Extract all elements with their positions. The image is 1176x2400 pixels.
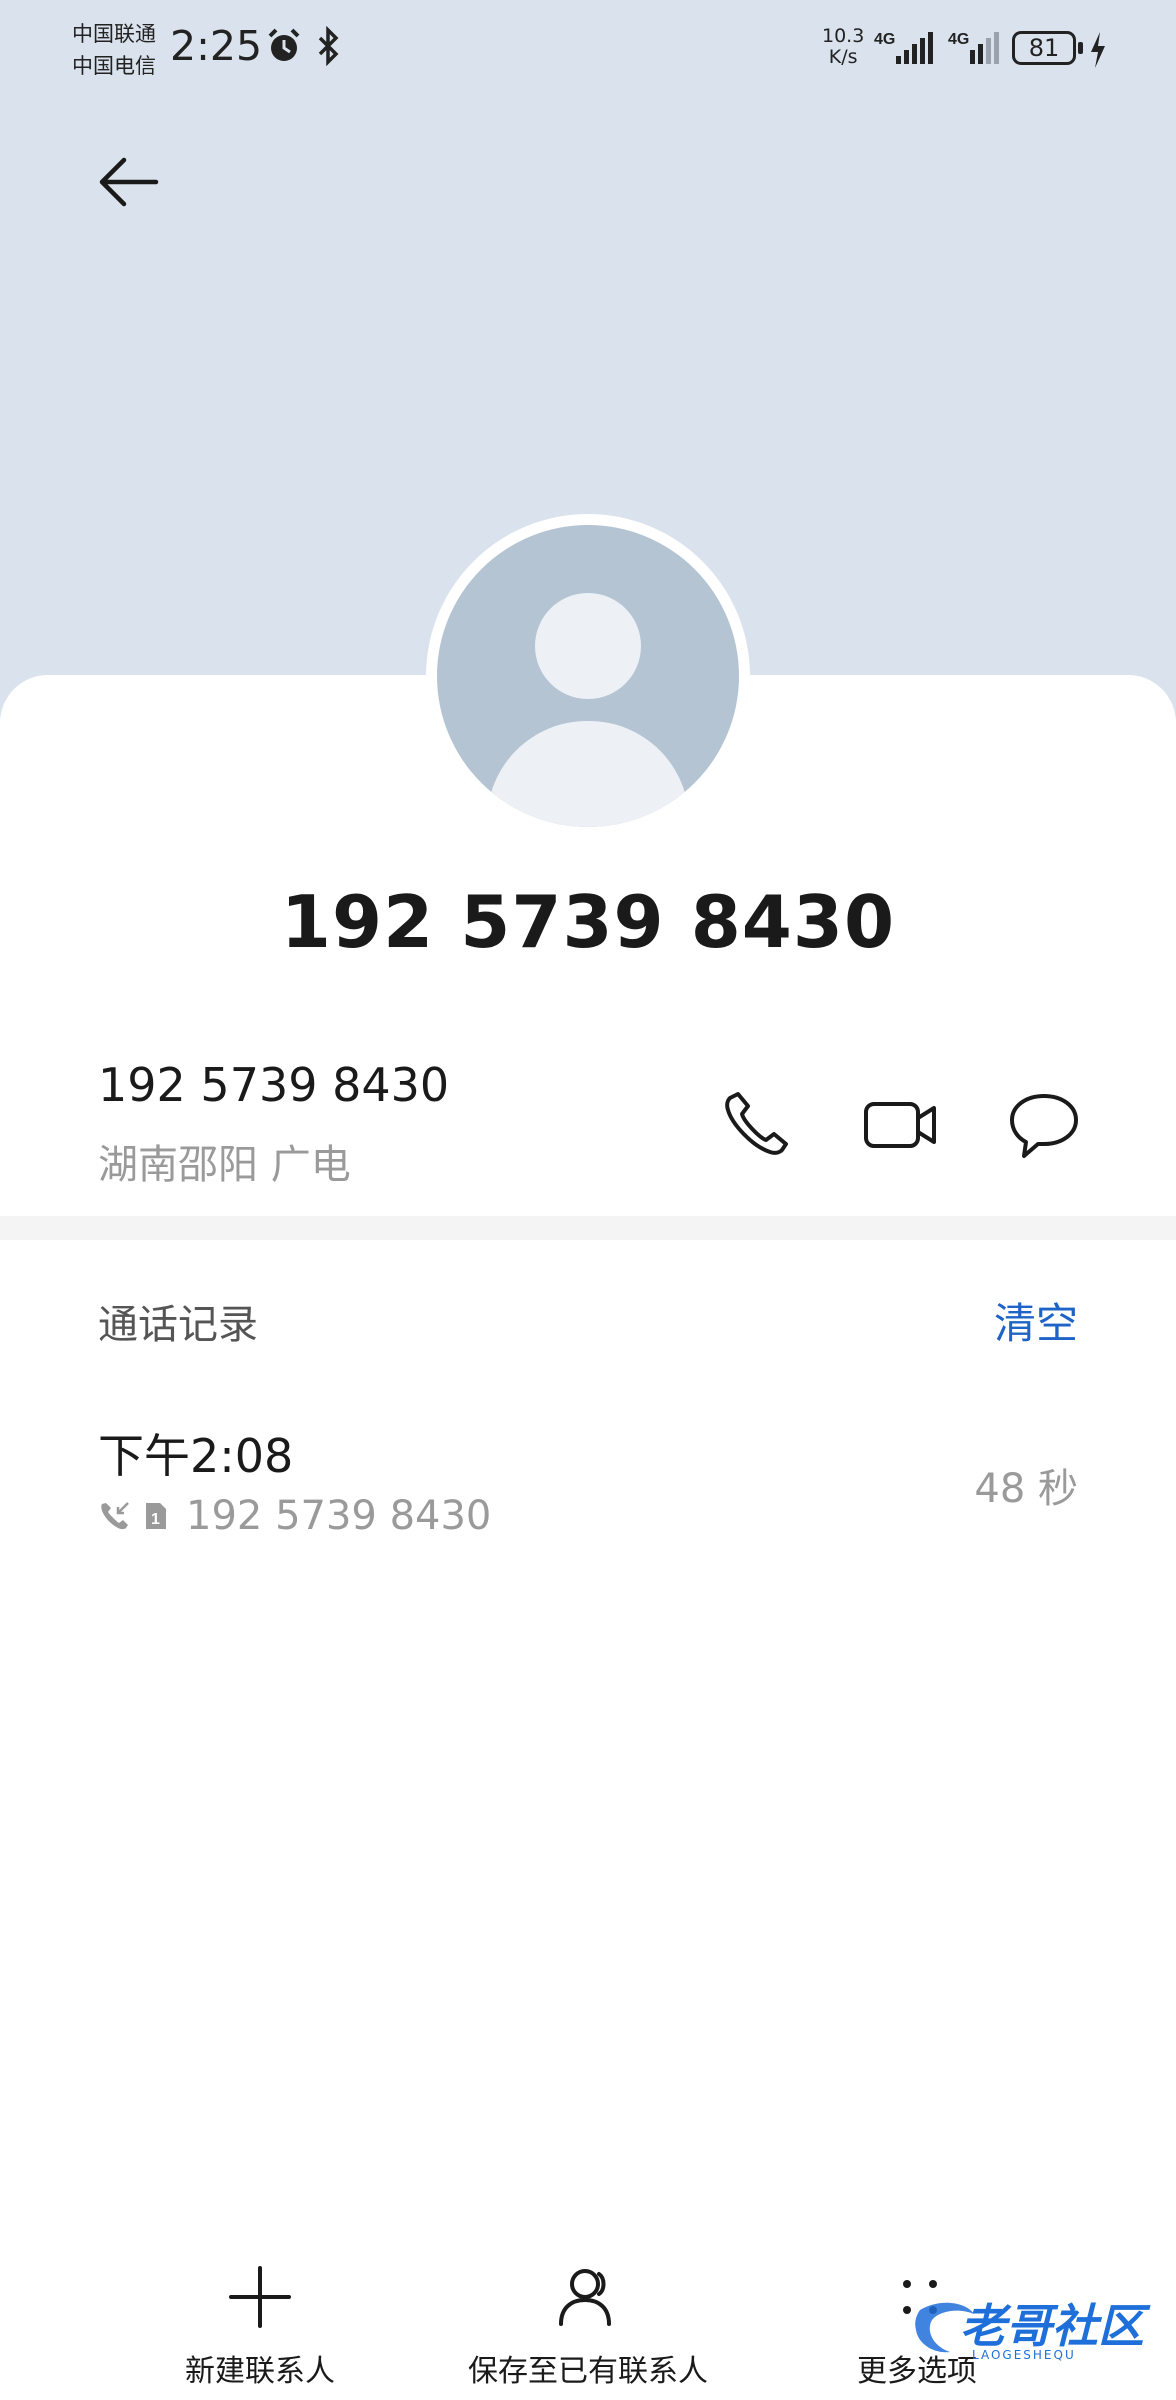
call-duration: 48 秒 — [974, 1466, 1078, 1512]
call-details: 1 192 5739 8430 — [98, 1492, 491, 1540]
speed-unit: K/s — [828, 46, 858, 68]
charging-icon — [1091, 32, 1105, 68]
call-log-item[interactable]: 下午2:08 1 192 5739 8430 48 秒 — [0, 1400, 1176, 1560]
save-to-existing-label: 保存至已有联系人 — [468, 2354, 708, 2389]
clear-button[interactable]: 清空 — [994, 1290, 1078, 1351]
video-call-icon[interactable] — [860, 1084, 940, 1164]
avatar-body — [487, 721, 689, 827]
plus-icon — [229, 2266, 291, 2328]
signal-1-icon: 4G — [874, 31, 933, 64]
watermark-subtext: LAOGESHEQU — [972, 2348, 1076, 2362]
carrier-1: 中国联通 — [72, 22, 156, 46]
sim-number: 1 — [151, 1511, 160, 1528]
carrier-info: 中国联通 中国电信 — [72, 18, 156, 82]
network-speed: 10.3 K/s — [822, 26, 864, 68]
battery-indicator: 81 — [1012, 31, 1076, 65]
status-time: 2:25 — [170, 22, 263, 70]
carrier-2: 中国电信 — [72, 54, 156, 78]
alarm-icon — [268, 28, 300, 61]
new-contact-label: 新建联系人 — [185, 2354, 335, 2389]
speed-value: 10.3 — [822, 25, 865, 47]
bluetooth-icon — [318, 26, 339, 66]
person-icon — [559, 2269, 611, 2326]
net-1-label: 4G — [874, 31, 895, 48]
number-location: 湖南邵阳 广电 — [98, 1142, 351, 1188]
message-icon[interactable] — [1004, 1084, 1084, 1164]
call-number: 192 5739 8430 — [186, 1493, 492, 1539]
phone-number: 192 5739 8430 — [98, 1058, 450, 1112]
avatar-head — [535, 593, 641, 699]
phone-call-icon[interactable] — [716, 1084, 796, 1164]
new-contact-button[interactable]: 新建联系人 — [160, 2250, 360, 2400]
contact-title: 192 5739 8430 — [280, 880, 896, 964]
save-to-existing-button[interactable]: 保存至已有联系人 — [460, 2250, 716, 2400]
number-row[interactable]: 192 5739 8430 湖南邵阳 广电 — [0, 1040, 1176, 1220]
section-divider — [0, 1216, 1176, 1240]
watermark-text: 老哥社区 — [960, 2299, 1144, 2353]
call-time: 下午2:08 — [98, 1429, 294, 1483]
sim-card-icon: 1 — [146, 1503, 166, 1529]
avatar[interactable] — [437, 525, 739, 827]
signal-2-icon: 4G — [948, 31, 999, 64]
battery-tip — [1078, 42, 1083, 54]
watermark: 老哥社区 LAOGESHEQU — [910, 2290, 1160, 2380]
incoming-call-icon — [101, 1502, 129, 1530]
net-2-label: 4G — [948, 31, 969, 48]
call-log-title: 通话记录 — [98, 1302, 258, 1348]
status-bar: 中国联通 中国电信 2:25 10.3 K/s 4G 4G 81 — [0, 0, 1176, 100]
back-arrow-icon[interactable] — [90, 140, 170, 220]
